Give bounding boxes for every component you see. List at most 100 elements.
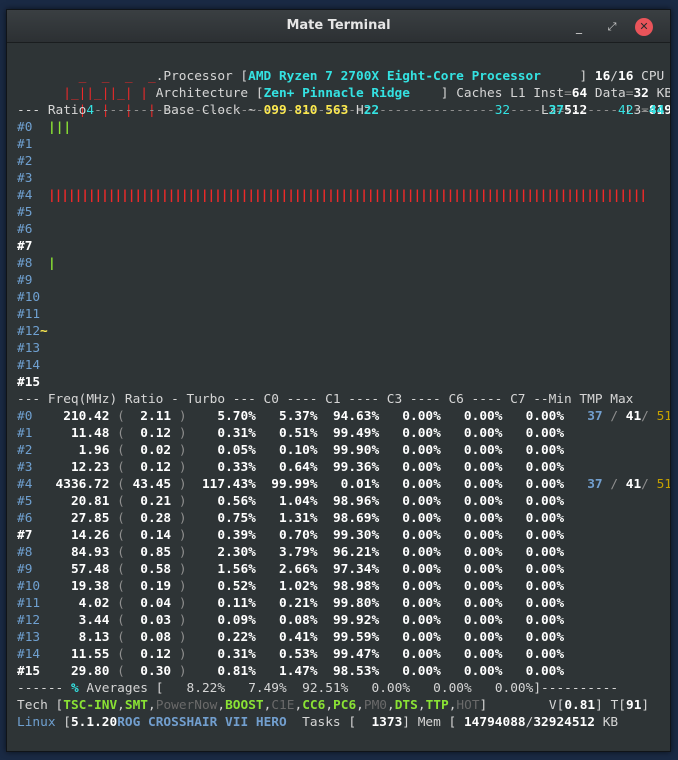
turbo-pct: 2.30% [194, 545, 256, 560]
close-icon[interactable]: ✕ [635, 18, 653, 36]
c7-pct: 0.00% [502, 409, 565, 424]
turbo-pct: 0.81% [194, 664, 256, 679]
c7-pct: 0.00% [502, 664, 565, 679]
ratio-bar: ||| [48, 120, 72, 135]
c1-pct: 96.21% [317, 545, 380, 560]
c0-pct: 1.31% [255, 511, 318, 526]
ratio-core-label: #7 [17, 239, 33, 254]
core-id: #4 [17, 477, 41, 492]
c3-pct: 0.00% [379, 511, 441, 526]
core-id: #1 [17, 426, 41, 441]
c3-pct: 0.00% [379, 477, 441, 492]
tech-feature: C1E [271, 698, 295, 713]
c6-pct: 0.00% [440, 477, 503, 492]
freq-table-row: #5 20.81 ( 0.21 ) 0.56% 1.04% 98.96% 0.0… [17, 494, 565, 509]
turbo-pct: 0.31% [194, 647, 256, 662]
freq-mhz: 11.55 [40, 647, 110, 662]
freq-table-row: #4 4336.72 ( 43.45 ) 117.43% 99.99% 0.01… [17, 477, 671, 492]
maximize-icon[interactable]: ⤢ [603, 18, 621, 36]
ratio-value: 0.14 [132, 528, 172, 543]
c7-pct: 0.00% [502, 613, 565, 628]
minimize-icon[interactable]: _ [570, 18, 588, 36]
ratio-value: 0.28 [132, 511, 172, 526]
ratio-value: 0.58 [132, 562, 172, 577]
c3-pct: 0.00% [379, 647, 441, 662]
turbo-pct: 5.70% [194, 409, 256, 424]
terminal-content[interactable]: _ _ _ _.Processor [AMD Ryzen 7 2700X Eig… [17, 44, 670, 744]
core-id: #5 [17, 494, 41, 509]
core-id: #13 [17, 630, 41, 645]
c0-pct: 1.02% [255, 579, 318, 594]
c7-pct: 0.00% [502, 426, 565, 441]
c1-pct: 99.90% [317, 443, 380, 458]
temperature-value: 91 [625, 698, 642, 713]
c6-pct: 0.00% [440, 528, 503, 543]
c1-pct: 98.98% [317, 579, 380, 594]
os-name: Linux [17, 715, 56, 730]
avg-c1: 92.51% [302, 681, 349, 696]
freq-table-row: #0 210.42 ( 2.11 ) 5.70% 5.37% 94.63% 0.… [17, 409, 671, 424]
c6-pct: 0.00% [440, 630, 503, 645]
freq-table-row: #3 12.23 ( 0.12 ) 0.33% 0.64% 99.36% 0.0… [17, 460, 565, 475]
core-id: #2 [17, 443, 41, 458]
c1-pct: 0.01% [317, 477, 380, 492]
c3-pct: 0.00% [379, 664, 441, 679]
averages-row: ------ % Averages [ 8.22% 7.49% 92.51% 0… [17, 681, 619, 696]
ratio-value: 0.19 [132, 579, 172, 594]
avg-c0: 7.49% [248, 681, 287, 696]
core-id: #14 [17, 647, 41, 662]
tech-feature: TSC-INV [63, 698, 118, 713]
tech-feature-list: TSC-INV,SMT,PowerNow,BOOST,C1E,CC6,PC6,P… [63, 698, 480, 713]
ratio-header: --- Ratio4------------------------------… [17, 103, 665, 118]
c1-pct: 97.34% [317, 562, 380, 577]
c6-pct: 0.00% [440, 647, 503, 662]
temp-current: 41 [625, 409, 642, 424]
kernel-version: 5.1.20 [70, 715, 118, 730]
c3-pct: 0.00% [379, 562, 441, 577]
core-id: #7 [17, 528, 41, 543]
freq-table-row: #11 4.02 ( 0.04 ) 0.11% 0.21% 99.80% 0.0… [17, 596, 565, 611]
turbo-pct: 0.05% [194, 443, 256, 458]
core-id: #11 [17, 596, 41, 611]
tech-feature: PC6 [333, 698, 357, 713]
freq-table-row: #6 27.85 ( 0.28 ) 0.75% 1.31% 98.69% 0.0… [17, 511, 565, 526]
ratio-core-label: #6 [17, 222, 33, 237]
c7-pct: 0.00% [502, 528, 565, 543]
ratio-core-label: #10 [17, 290, 41, 305]
ratio-bar: ~ [40, 324, 48, 339]
freq-table-row: #13 8.13 ( 0.08 ) 0.22% 0.41% 99.59% 0.0… [17, 630, 565, 645]
c6-pct: 0.00% [440, 562, 503, 577]
c6-pct: 0.00% [440, 460, 503, 475]
c3-pct: 0.00% [379, 528, 441, 543]
freq-table-row: #2 1.96 ( 0.02 ) 0.05% 0.10% 99.90% 0.00… [17, 443, 565, 458]
c3-pct: 0.00% [379, 409, 441, 424]
c0-pct: 0.70% [255, 528, 318, 543]
c6-pct: 0.00% [440, 494, 503, 509]
core-id: #3 [17, 460, 41, 475]
core-id: #9 [17, 562, 41, 577]
c7-pct: 0.00% [502, 647, 565, 662]
c3-pct: 0.00% [379, 443, 441, 458]
c0-pct: 3.79% [255, 545, 318, 560]
c3-pct: 0.00% [379, 545, 441, 560]
turbo-pct: 0.39% [194, 528, 256, 543]
c6-pct: 0.00% [440, 545, 503, 560]
ratio-core-label: #4 [17, 188, 33, 203]
terminal-window: Mate Terminal _ ⤢ ✕ _ _ _ _.Processor [A… [6, 9, 671, 752]
ratio-value: 0.12 [132, 426, 172, 441]
header-line-base-clock: | | | | Base Clock ~ 099 810 563 Hz L2=5… [17, 85, 670, 118]
c3-pct: 0.00% [379, 460, 441, 475]
c7-pct: 0.00% [502, 511, 565, 526]
freq-mhz: 1.96 [40, 443, 110, 458]
c0-pct: 0.53% [255, 647, 318, 662]
ratio-value: 0.21 [132, 494, 172, 509]
ratio-core-label: #5 [17, 205, 33, 220]
c3-pct: 0.00% [379, 494, 441, 509]
c1-pct: 99.47% [317, 647, 380, 662]
title-bar[interactable]: Mate Terminal _ ⤢ ✕ [7, 10, 670, 43]
freq-mhz: 210.42 [40, 409, 110, 424]
c1-pct: 99.92% [317, 613, 380, 628]
tech-row: Tech [TSC-INV,SMT,PowerNow,BOOST,C1E,CC6… [17, 698, 650, 713]
c7-pct: 0.00% [502, 579, 565, 594]
ratio-core-label: #14 [17, 358, 41, 373]
